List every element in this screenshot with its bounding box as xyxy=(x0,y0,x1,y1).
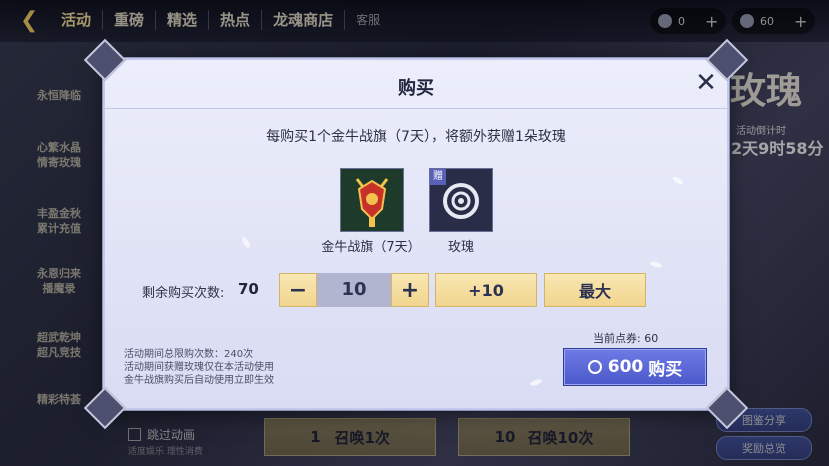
gift-badge: 赠 xyxy=(430,169,446,185)
plus-button[interactable]: + xyxy=(391,273,429,307)
rose-label: 玫瑰 xyxy=(447,240,474,255)
note-line: 金牛战旗购买后自动使用立即生效 xyxy=(124,375,274,386)
buy-button[interactable]: 600 购买 xyxy=(563,348,707,386)
bull-banner-label: 金牛战旗（7天） xyxy=(321,240,421,255)
title-divider xyxy=(105,108,727,109)
rose-item[interactable]: 赠 xyxy=(429,168,493,232)
close-icon[interactable]: ✕ xyxy=(694,70,718,96)
buy-label: 购买 xyxy=(648,359,683,380)
current-points: 当前点券: 60 xyxy=(593,332,659,345)
remain-label: 剩余购买次数: xyxy=(142,286,225,301)
bull-banner-item[interactable] xyxy=(340,168,404,232)
minus-button[interactable]: − xyxy=(279,273,317,307)
max-button[interactable]: 最大 xyxy=(544,273,646,307)
purchase-description: 每购买1个金牛战旗（7天），将额外获赠1朵玫瑰 xyxy=(266,129,566,145)
quantity-field[interactable]: 10 xyxy=(317,273,391,307)
note-line: 活动期间获赠玫瑰仅在本活动使用 xyxy=(124,362,274,373)
remain-value: 70 xyxy=(238,280,259,298)
purchase-dialog: 购买 ✕ 每购买1个金牛战旗（7天），将额外获赠1朵玫瑰 金牛战旗（7天） 赠 … xyxy=(83,38,749,430)
bull-banner-icon xyxy=(341,169,403,231)
note-line: 活动期间总限购次数：240次 xyxy=(124,349,254,360)
buy-price: 600 xyxy=(607,357,644,377)
plus-10-button[interactable]: +10 xyxy=(435,273,537,307)
dialog-title: 购买 xyxy=(398,78,434,99)
point-coin-icon xyxy=(587,360,602,374)
